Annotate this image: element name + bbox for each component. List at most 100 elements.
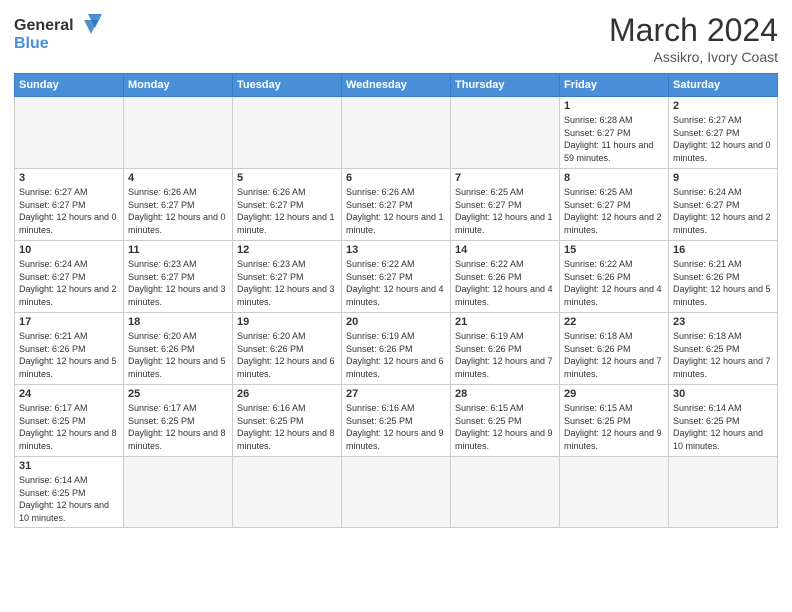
calendar-cell [124,457,233,528]
calendar-cell [451,97,560,169]
day-info: Sunrise: 6:16 AM Sunset: 6:25 PM Dayligh… [237,402,337,452]
day-info: Sunrise: 6:21 AM Sunset: 6:26 PM Dayligh… [673,258,773,308]
week-row-5: 31 Sunrise: 6:14 AM Sunset: 6:25 PM Dayli… [15,457,778,528]
day-number: 19 [237,316,337,328]
logo: General Blue [14,12,104,54]
calendar-cell: 22Sunrise: 6:18 AM Sunset: 6:26 PM Dayli… [560,313,669,385]
calendar-cell: 6Sunrise: 6:26 AM Sunset: 6:27 PM Daylig… [342,169,451,241]
header: General Blue March 2024 Assikro, Ivory C… [14,12,778,65]
day-info: Sunrise: 6:26 AM Sunset: 6:27 PM Dayligh… [128,186,228,236]
calendar-cell: 29 Sunrise: 6:15 AM Sunset: 6:25 PM Dayli… [560,385,669,457]
day-info: Sunrise: 6:25 AM Sunset: 6:27 PM Dayligh… [564,186,664,236]
day-number: 17 [19,316,119,328]
day-number: 2 [673,100,773,112]
day-info: Sunrise: 6:24 AM Sunset: 6:27 PM Dayligh… [19,258,119,308]
day-info: Sunrise: 6:23 AM Sunset: 6:27 PM Dayligh… [237,258,337,308]
day-info: Sunrise: 6:16 AM Sunset: 6:25 PM Dayligh… [346,402,446,452]
day-info: Sunrise: 6:19 AM Sunset: 6:26 PM Dayligh… [455,330,555,380]
calendar-cell: 24 Sunrise: 6:17 AM Sunset: 6:25 PM Dayli… [15,385,124,457]
calendar-cell [342,97,451,169]
calendar-cell: 25Sunrise: 6:17 AM Sunset: 6:25 PM Dayli… [124,385,233,457]
weekday-header-wednesday: Wednesday [342,74,451,97]
calendar-page: General Blue March 2024 Assikro, Ivory C… [0,0,792,612]
day-number: 8 [564,172,664,184]
title-block: March 2024 Assikro, Ivory Coast [609,12,778,65]
day-number: 24 [19,388,119,400]
day-info: Sunrise: 6:19 AM Sunset: 6:26 PM Dayligh… [346,330,446,380]
calendar-cell: 31 Sunrise: 6:14 AM Sunset: 6:25 PM Dayli… [15,457,124,528]
calendar-cell: 4Sunrise: 6:26 AM Sunset: 6:27 PM Daylig… [124,169,233,241]
day-number: 12 [237,244,337,256]
week-row-2: 10 Sunrise: 6:24 AM Sunset: 6:27 PM Dayli… [15,241,778,313]
calendar-cell: 16Sunrise: 6:21 AM Sunset: 6:26 PM Dayli… [669,241,778,313]
weekday-header-sunday: Sunday [15,74,124,97]
week-row-0: 1Sunrise: 6:28 AM Sunset: 6:27 PM Daylig… [15,97,778,169]
calendar-cell [124,97,233,169]
calendar-cell: 19 Sunrise: 6:20 AM Sunset: 6:26 PM Dayli… [233,313,342,385]
calendar-cell: 12 Sunrise: 6:23 AM Sunset: 6:27 PM Dayli… [233,241,342,313]
day-number: 31 [19,460,119,472]
day-info: Sunrise: 6:24 AM Sunset: 6:27 PM Dayligh… [673,186,773,236]
logo-svg: General Blue [14,12,104,54]
calendar-cell [342,457,451,528]
day-number: 7 [455,172,555,184]
weekday-header-monday: Monday [124,74,233,97]
day-number: 3 [19,172,119,184]
day-info: Sunrise: 6:25 AM Sunset: 6:27 PM Dayligh… [455,186,555,236]
day-info: Sunrise: 6:22 AM Sunset: 6:26 PM Dayligh… [564,258,664,308]
day-info: Sunrise: 6:15 AM Sunset: 6:25 PM Dayligh… [564,402,664,452]
day-info: Sunrise: 6:17 AM Sunset: 6:25 PM Dayligh… [128,402,228,452]
calendar-cell [451,457,560,528]
day-info: Sunrise: 6:28 AM Sunset: 6:27 PM Dayligh… [564,114,664,164]
day-number: 6 [346,172,446,184]
day-info: Sunrise: 6:21 AM Sunset: 6:26 PM Dayligh… [19,330,119,380]
calendar-cell: 21Sunrise: 6:19 AM Sunset: 6:26 PM Dayli… [451,313,560,385]
calendar-cell: 23Sunrise: 6:18 AM Sunset: 6:25 PM Dayli… [669,313,778,385]
day-number: 11 [128,244,228,256]
calendar-cell: 17 Sunrise: 6:21 AM Sunset: 6:26 PM Dayli… [15,313,124,385]
calendar-cell: 30 Sunrise: 6:14 AM Sunset: 6:25 PM Dayli… [669,385,778,457]
day-info: Sunrise: 6:17 AM Sunset: 6:25 PM Dayligh… [19,402,119,452]
day-info: Sunrise: 6:23 AM Sunset: 6:27 PM Dayligh… [128,258,228,308]
weekday-header-thursday: Thursday [451,74,560,97]
day-number: 13 [346,244,446,256]
day-info: Sunrise: 6:22 AM Sunset: 6:27 PM Dayligh… [346,258,446,308]
calendar-subtitle: Assikro, Ivory Coast [609,49,778,65]
day-number: 10 [19,244,119,256]
week-row-1: 3Sunrise: 6:27 AM Sunset: 6:27 PM Daylig… [15,169,778,241]
day-info: Sunrise: 6:14 AM Sunset: 6:25 PM Dayligh… [19,474,119,524]
calendar-title: March 2024 [609,12,778,49]
weekday-header-saturday: Saturday [669,74,778,97]
calendar-cell [233,97,342,169]
calendar-cell: 11 Sunrise: 6:23 AM Sunset: 6:27 PM Dayli… [124,241,233,313]
day-number: 15 [564,244,664,256]
calendar-cell: 7 Sunrise: 6:25 AM Sunset: 6:27 PM Daylig… [451,169,560,241]
calendar-table: SundayMondayTuesdayWednesdayThursdayFrid… [14,73,778,528]
calendar-cell [669,457,778,528]
day-number: 5 [237,172,337,184]
day-info: Sunrise: 6:20 AM Sunset: 6:26 PM Dayligh… [128,330,228,380]
calendar-cell: 9 Sunrise: 6:24 AM Sunset: 6:27 PM Daylig… [669,169,778,241]
week-row-4: 24 Sunrise: 6:17 AM Sunset: 6:25 PM Dayli… [15,385,778,457]
calendar-cell: 13 Sunrise: 6:22 AM Sunset: 6:27 PM Dayli… [342,241,451,313]
day-number: 30 [673,388,773,400]
week-row-3: 17 Sunrise: 6:21 AM Sunset: 6:26 PM Dayli… [15,313,778,385]
calendar-cell [15,97,124,169]
day-number: 26 [237,388,337,400]
day-number: 14 [455,244,555,256]
calendar-cell: 5 Sunrise: 6:26 AM Sunset: 6:27 PM Daylig… [233,169,342,241]
day-info: Sunrise: 6:20 AM Sunset: 6:26 PM Dayligh… [237,330,337,380]
calendar-cell: 18Sunrise: 6:20 AM Sunset: 6:26 PM Dayli… [124,313,233,385]
day-info: Sunrise: 6:14 AM Sunset: 6:25 PM Dayligh… [673,402,773,452]
day-info: Sunrise: 6:26 AM Sunset: 6:27 PM Dayligh… [237,186,337,236]
calendar-cell: 20 Sunrise: 6:19 AM Sunset: 6:26 PM Dayli… [342,313,451,385]
day-number: 20 [346,316,446,328]
day-number: 29 [564,388,664,400]
day-info: Sunrise: 6:22 AM Sunset: 6:26 PM Dayligh… [455,258,555,308]
day-info: Sunrise: 6:18 AM Sunset: 6:26 PM Dayligh… [564,330,664,380]
calendar-cell: 1Sunrise: 6:28 AM Sunset: 6:27 PM Daylig… [560,97,669,169]
svg-text:Blue: Blue [14,35,49,52]
day-info: Sunrise: 6:27 AM Sunset: 6:27 PM Dayligh… [673,114,773,164]
calendar-cell [560,457,669,528]
day-number: 9 [673,172,773,184]
